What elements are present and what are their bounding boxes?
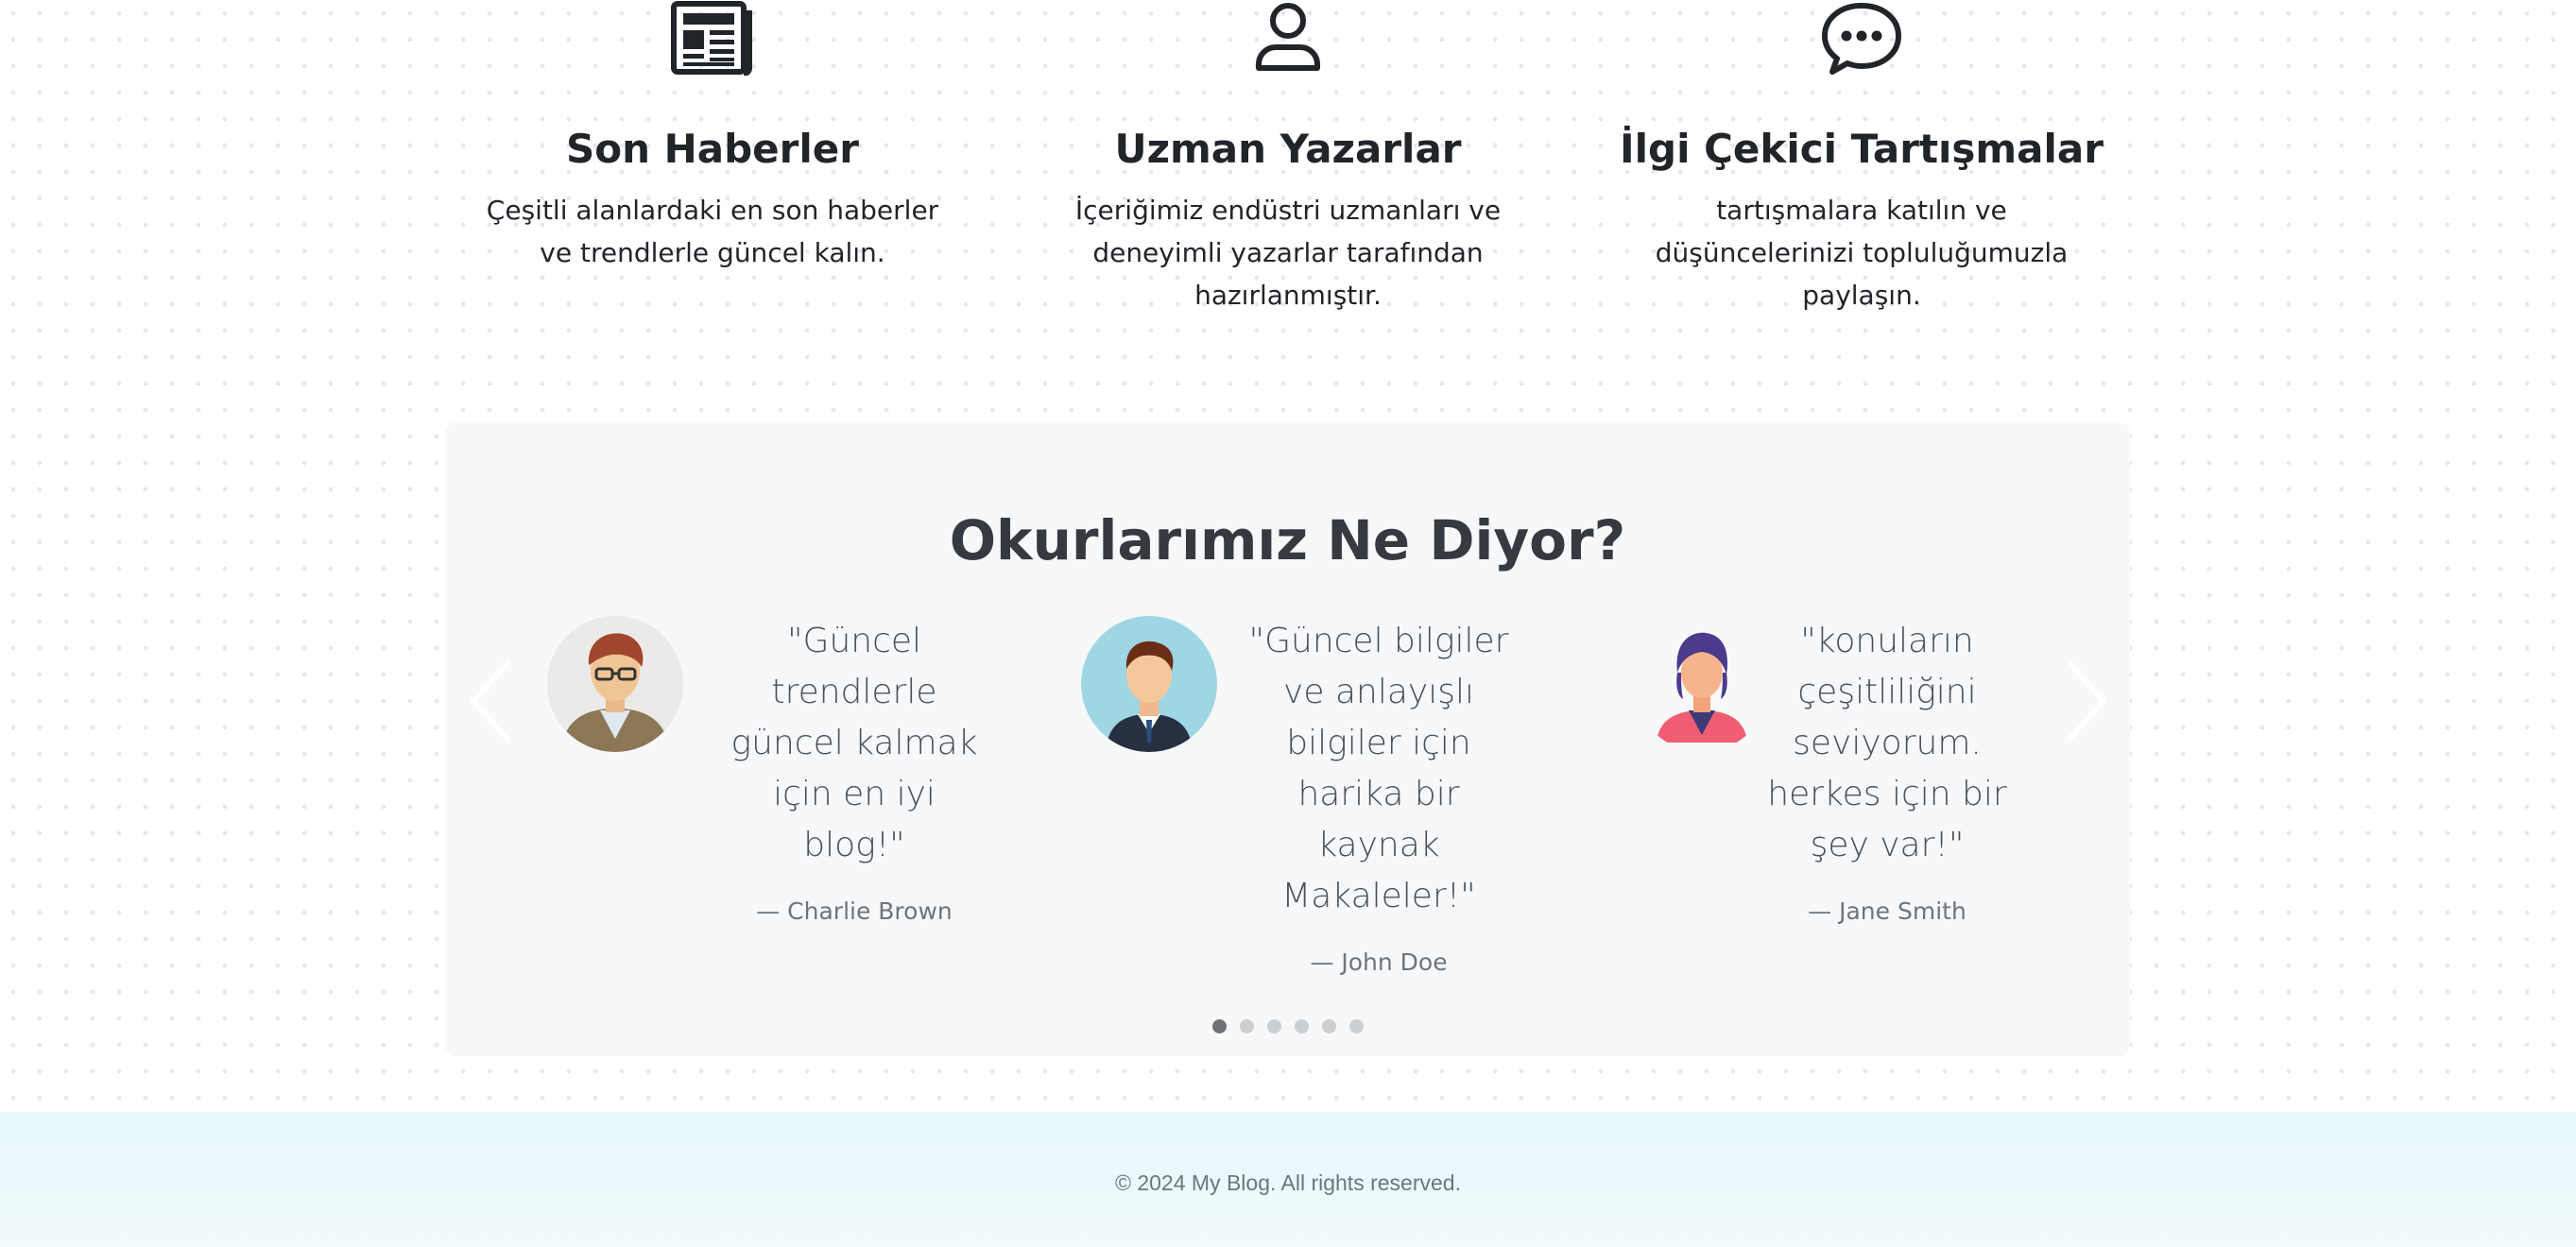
carousel-indicator[interactable] [1266,1019,1281,1033]
carousel-prev-button[interactable] [462,654,519,748]
features-section: Son Haberler Çeşitli alanlardaki en son … [0,0,2576,311]
testimonials-title: Okurlarımız Ne Diyor? [949,508,1626,572]
person-icon [1256,3,1320,71]
testimonial-text: "konuların çeşitliliğini seviyorum. herk… [1745,616,2029,926]
carousel-indicator[interactable] [1321,1019,1336,1033]
chat-bubble-icon [1822,3,1901,75]
feature-latest-news: Son Haberler Çeşitli alanlardaki en son … [429,0,996,274]
carousel-indicator[interactable] [1348,1019,1364,1033]
man-suit-avatar [1081,616,1217,752]
testimonial-quote: "Güncel trendlerle güncel kalmak için en… [730,622,978,864]
testimonial-author: — John Doe [1310,948,1448,976]
testimonial-quote: "Güncel bilgiler ve anlayışlı bilgiler i… [1248,622,1509,915]
carousel-indicator[interactable] [1211,1019,1227,1033]
chevron-right-icon [2067,660,2106,742]
chevron-left-icon [471,660,510,742]
feature-title: Uzman Yazarlar [1114,126,1462,172]
carousel-indicators [445,1019,2130,1033]
footer-copyright: © 2024 My Blog. All rights reserved. [1115,1170,1461,1195]
testimonials-carousel: Okurlarımız Ne Diyor? "Güncel trendlerle… [445,422,2130,1056]
newspaper-icon [671,1,752,76]
feature-description: İçeriğimiz endüstri uzmanları ve deneyim… [1074,195,1502,311]
man-glasses-avatar [547,616,683,752]
carousel-indicator[interactable] [1294,1019,1309,1033]
feature-title: İlgi Çekici Tartışmalar [1620,126,2104,172]
testimonial-author: — Charlie Brown [756,897,953,925]
testimonial-text: "Güncel bilgiler ve anlayışlı bilgiler i… [1237,616,1520,977]
carousel-next-button[interactable] [2058,654,2115,748]
page-footer: © 2024 My Blog. All rights reserved. [0,1112,2576,1247]
testimonial-author: — Jane Smith [1808,897,1966,925]
feature-expert-writers: Uzman Yazarlar İçeriğimiz endüstri uzman… [1005,0,1571,316]
feature-discussions: İlgi Çekici Tartışmalar tartışmalara kat… [1578,0,2145,316]
testimonial-text: "Güncel trendlerle güncel kalmak için en… [717,616,991,926]
carousel-indicator[interactable] [1239,1019,1254,1033]
testimonial-quote: "konuların çeşitliliğini seviyorum. herk… [1767,622,2007,864]
feature-description: Çeşitli alanlardaki en son haberler ve t… [486,195,939,268]
feature-title: Son Haberler [566,126,859,172]
feature-description: tartışmalara katılın ve düşüncelerinizi … [1655,195,2069,311]
